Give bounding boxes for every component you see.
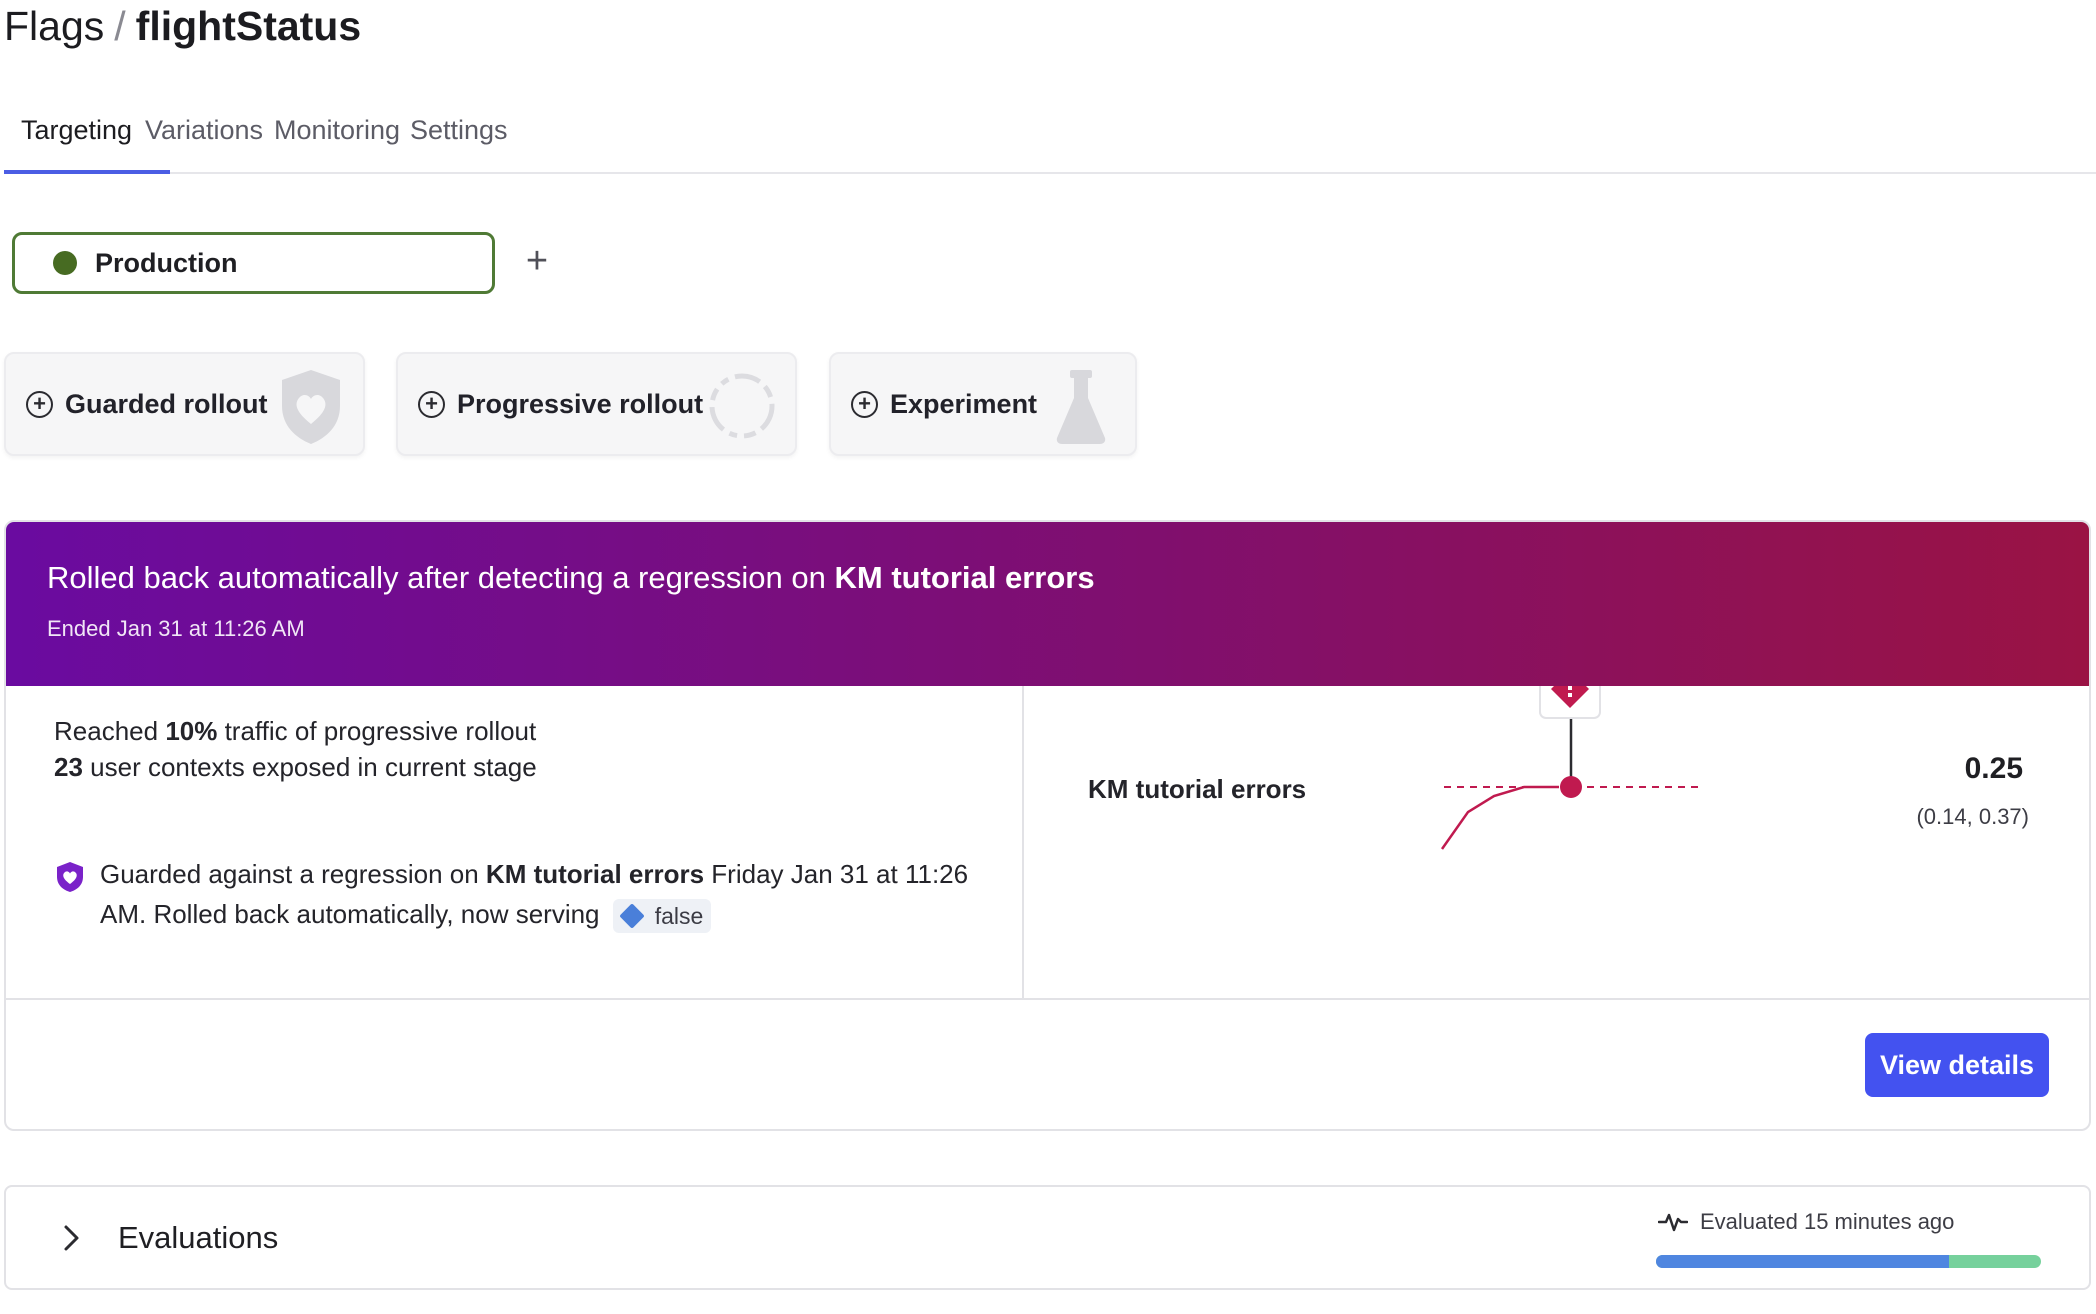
card-footer: View details — [6, 1000, 2089, 1129]
evaluations-panel[interactable]: Evaluations Evaluated 15 minutes ago — [4, 1185, 2091, 1290]
metric-sparkline — [1440, 686, 1704, 850]
metric-value: 0.25 — [1964, 752, 2023, 785]
experiment-button[interactable]: + Experiment — [829, 352, 1137, 456]
add-circle-icon: + — [26, 390, 53, 418]
regression-alert-icon[interactable] — [1539, 686, 1601, 719]
active-tab-indicator — [4, 170, 170, 174]
guarded-rollout-label: Guarded rollout — [65, 388, 268, 419]
rollback-summary-card: Rolled back automatically after detectin… — [4, 520, 2091, 1131]
add-circle-icon: + — [851, 390, 878, 418]
tab-targeting[interactable]: Targeting — [21, 112, 132, 148]
pulse-icon — [1658, 1213, 1688, 1232]
environment-selector[interactable]: Production — [12, 232, 495, 294]
variation-diamond-icon — [619, 903, 645, 929]
breadcrumb-separator: / — [114, 3, 126, 49]
evaluations-title: Evaluations — [118, 1220, 279, 1255]
tab-settings[interactable]: Settings — [410, 112, 508, 148]
metric-trend-line — [1440, 785, 1559, 850]
chevron-right-icon[interactable] — [56, 1223, 86, 1253]
evaluations-bar-fill — [1656, 1255, 1949, 1268]
add-environment-button[interactable]: + — [519, 242, 555, 280]
metric-pane: KM tutorial errors 0.25 (0.14, 0.37) — [1024, 686, 2089, 1000]
page-title: Flags / flightStatus — [4, 0, 361, 52]
environment-label: Production — [95, 247, 238, 278]
rollback-title: Rolled back automatically after detectin… — [47, 560, 1095, 595]
tab-bar: Targeting Variations Monitoring Settings — [4, 100, 2096, 174]
shield-heart-icon — [282, 370, 340, 444]
flag-key: flightStatus — [135, 3, 362, 49]
rollout-progress-pane: Reached 10% traffic of progressive rollo… — [6, 686, 1024, 1000]
progressive-rollout-label: Progressive rollout — [457, 388, 704, 419]
evaluations-status: Evaluated 15 minutes ago — [1658, 1209, 1954, 1235]
regression-point — [1560, 776, 1582, 798]
evaluations-bar — [1656, 1255, 2041, 1268]
tab-variations[interactable]: Variations — [145, 112, 263, 148]
flask-icon — [1056, 370, 1106, 444]
breadcrumb-root[interactable]: Flags — [4, 3, 104, 49]
rollback-ended-time: Ended Jan 31 at 11:26 AM — [47, 616, 305, 641]
dashed-circle-icon — [709, 373, 775, 439]
experiment-label: Experiment — [890, 388, 1038, 419]
rollback-banner: Rolled back automatically after detectin… — [6, 522, 2089, 686]
view-details-button[interactable]: View details — [1865, 1033, 2049, 1097]
progressive-rollout-button[interactable]: + Progressive rollout — [396, 352, 797, 456]
environment-status-dot — [53, 251, 77, 275]
shield-guard-icon — [57, 862, 83, 892]
guard-description: Guarded against a regression on KM tutor… — [100, 854, 980, 934]
add-circle-icon: + — [418, 390, 445, 418]
contexts-exposed-text: 23 user contexts exposed in current stag… — [54, 752, 537, 782]
tab-monitoring[interactable]: Monitoring — [274, 112, 400, 148]
traffic-reached-text: Reached 10% traffic of progressive rollo… — [54, 716, 537, 746]
serving-variation-badge: false — [612, 899, 712, 934]
guarded-rollout-button[interactable]: + Guarded rollout — [4, 352, 365, 456]
metric-confidence-interval: (0.14, 0.37) — [1916, 804, 2029, 829]
